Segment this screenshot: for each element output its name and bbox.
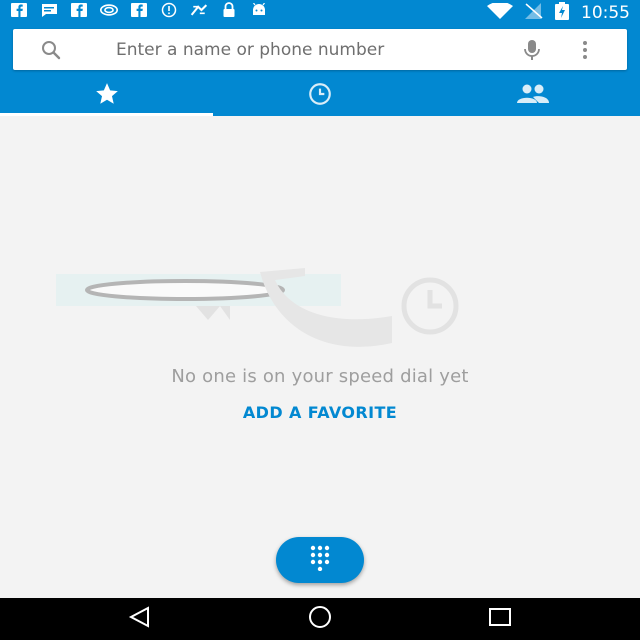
recents-icon <box>487 606 513 632</box>
app-header <box>0 22 640 116</box>
home-icon <box>305 605 335 633</box>
nvidia-icon <box>100 3 118 17</box>
people-icon <box>515 82 551 110</box>
search-icon[interactable] <box>39 38 63 62</box>
tab-bar <box>0 76 640 116</box>
android-icon <box>250 3 268 17</box>
fast-app-icon <box>190 3 208 17</box>
lock-icon <box>220 2 238 17</box>
tab-speed-dial[interactable] <box>0 76 213 116</box>
empty-state-illustration <box>50 258 480 358</box>
back-icon <box>128 606 152 632</box>
message-icon <box>40 3 58 17</box>
clock-time: 10:55 <box>581 3 630 23</box>
clock-icon <box>305 81 335 111</box>
signal-off-icon <box>525 3 543 23</box>
mic-icon[interactable] <box>521 38 543 62</box>
tab-contacts[interactable] <box>426 76 639 116</box>
search-input[interactable] <box>116 29 516 70</box>
dialpad-icon <box>309 545 331 575</box>
dialpad-button[interactable] <box>276 537 364 583</box>
facebook-icon <box>130 3 148 17</box>
navigation-bar <box>0 598 640 640</box>
alert-circle-icon <box>160 2 178 18</box>
wifi-icon <box>487 1 513 23</box>
star-icon <box>93 81 121 111</box>
search-bar[interactable] <box>13 29 627 70</box>
facebook-icon <box>10 3 28 17</box>
notification-icons <box>10 2 268 18</box>
system-icons: 10:55 <box>487 1 630 24</box>
status-bar: 10:55 <box>0 0 640 22</box>
empty-state-message: No one is on your speed dial yet <box>171 366 469 387</box>
battery-charging-icon <box>555 2 569 24</box>
recents-button[interactable] <box>480 604 520 634</box>
tab-recents[interactable] <box>213 76 426 116</box>
add-favorite-link[interactable]: ADD A FAVORITE <box>200 400 440 426</box>
selected-tab-indicator <box>0 113 213 116</box>
facebook-icon <box>70 3 88 17</box>
home-button[interactable] <box>300 604 340 634</box>
back-button[interactable] <box>120 604 160 634</box>
more-options-icon[interactable] <box>578 38 592 62</box>
